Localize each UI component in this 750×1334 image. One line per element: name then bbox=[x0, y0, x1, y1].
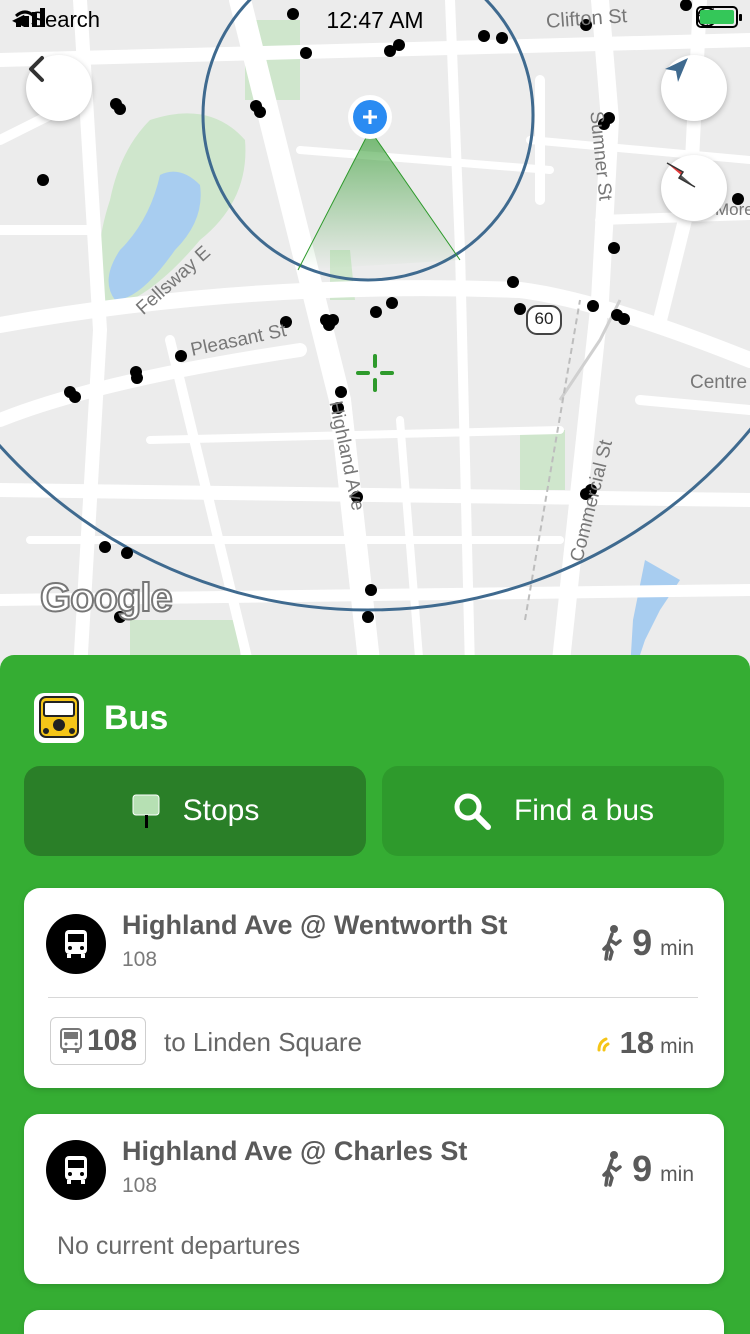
route-badge: 108 bbox=[50, 1017, 147, 1065]
walking-person-icon bbox=[602, 925, 622, 961]
realtime-signal-icon bbox=[597, 1037, 610, 1052]
navigation-arrow-icon bbox=[665, 58, 688, 82]
route-destination: to Linden Square bbox=[164, 1027, 363, 1057]
my-location-button[interactable] bbox=[661, 55, 727, 121]
google-logo: Google bbox=[39, 575, 174, 621]
divider bbox=[48, 997, 698, 998]
stop-name: Highland Ave @ Charles St bbox=[122, 1136, 468, 1166]
stop-routes: 108 bbox=[122, 1174, 158, 1197]
route-number: 108 bbox=[87, 1024, 138, 1057]
battery-icon bbox=[696, 6, 742, 28]
tab-find-label: Find a bus bbox=[513, 794, 655, 827]
back-button[interactable] bbox=[26, 55, 92, 121]
bus-stop-icon bbox=[46, 914, 106, 974]
route-shield-label: 60 bbox=[534, 309, 554, 328]
stop-name: Highland Ave @ Wentworth St bbox=[122, 910, 508, 940]
arrival-time: 18 min bbox=[596, 1025, 694, 1061]
map-canvas bbox=[0, 0, 750, 670]
walk-minutes: 9 bbox=[632, 922, 653, 963]
bus-panel: Bus Stops Find a bus Highland Ave @ Went… bbox=[0, 655, 750, 1334]
compass-icon bbox=[666, 162, 696, 188]
stop-sign-icon bbox=[132, 794, 160, 828]
stop-card[interactable] bbox=[24, 1310, 724, 1334]
status-bar: ◀ Search 12:47 AM bbox=[0, 0, 750, 40]
map-view[interactable]: Clifton St Sumner St Fellsway E Pleasant… bbox=[0, 0, 750, 670]
compass-button[interactable] bbox=[661, 155, 727, 221]
walk-time: 9 min bbox=[600, 922, 694, 964]
stop-card[interactable]: Highland Ave @ Charles St 108 9 min No c… bbox=[24, 1114, 724, 1284]
tab-stops[interactable]: Stops bbox=[24, 766, 366, 856]
arrival-minutes: 18 bbox=[619, 1025, 655, 1060]
walk-time: 9 min bbox=[600, 1148, 694, 1190]
panel-title: Bus bbox=[104, 698, 169, 737]
chevron-left-icon bbox=[29, 56, 44, 82]
search-icon bbox=[454, 793, 491, 830]
walk-unit: min bbox=[660, 1163, 694, 1186]
street-label: Centre bbox=[690, 372, 748, 393]
clock: 12:47 AM bbox=[326, 7, 424, 33]
arrival-unit: min bbox=[660, 1035, 694, 1058]
bus-mode-icon bbox=[34, 693, 84, 743]
walk-minutes: 9 bbox=[632, 1148, 653, 1189]
walking-person-icon bbox=[602, 1151, 622, 1187]
tab-stops-label: Stops bbox=[182, 794, 260, 827]
tab-find-bus[interactable]: Find a bus bbox=[382, 766, 724, 856]
no-departures-message: No current departures bbox=[57, 1232, 301, 1260]
stop-routes: 108 bbox=[122, 948, 158, 971]
stop-card[interactable]: Highland Ave @ Wentworth St 108 9 min 10… bbox=[24, 888, 724, 1088]
bus-stop-icon bbox=[46, 1140, 106, 1200]
bus-icon bbox=[60, 1028, 82, 1053]
walk-unit: min bbox=[660, 937, 694, 960]
